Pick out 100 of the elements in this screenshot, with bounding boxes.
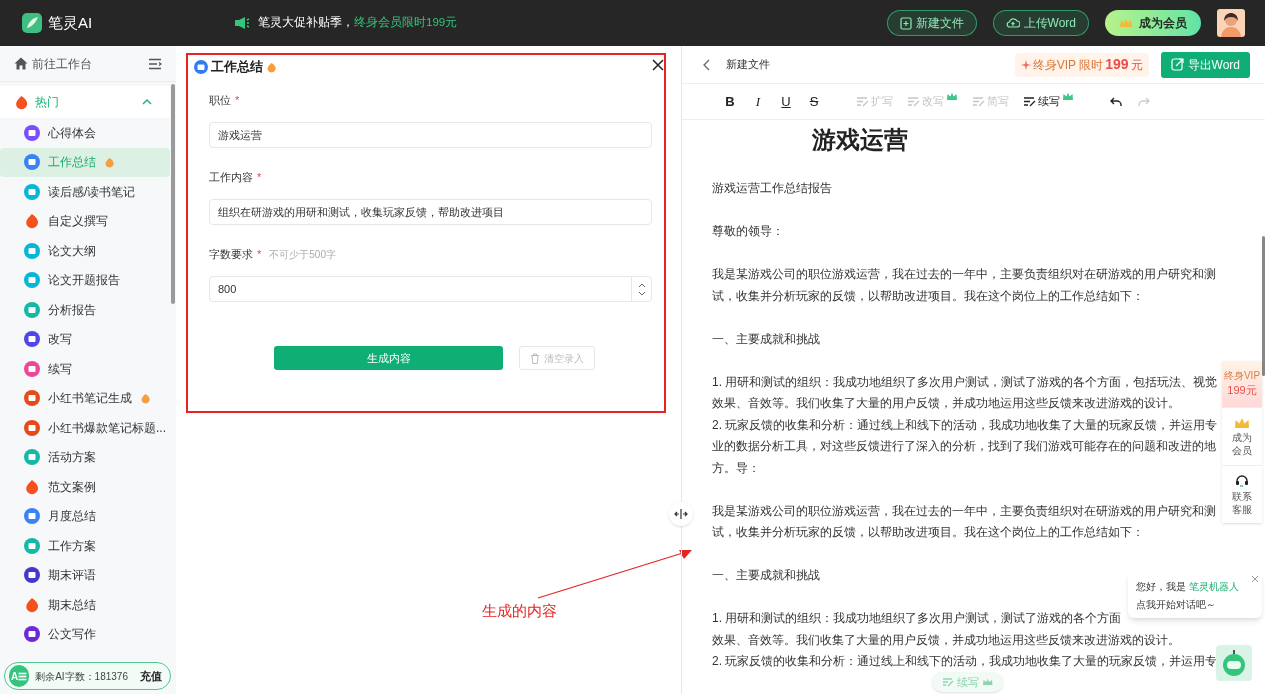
- document-line: 2. 玩家反馈的收集和分析：通过线上和线下的活动，我成功地收集了大量的玩家反馈，并运用专: [712, 653, 1218, 670]
- megaphone-icon: [234, 16, 250, 30]
- chat-bubble[interactable]: 您好，我是 笔灵机器人 点我开始对话吧～: [1128, 572, 1262, 618]
- resize-handle[interactable]: [669, 502, 693, 526]
- doc-badge-icon: [24, 567, 40, 584]
- sidebar-item[interactable]: 小红书爆款笔记标题...: [0, 413, 170, 443]
- undo-icon[interactable]: [1110, 96, 1122, 107]
- doc-badge-icon: [24, 508, 40, 525]
- sidebar-item[interactable]: 月度总结: [0, 501, 170, 531]
- format-button[interactable]: U: [772, 91, 800, 112]
- format-button[interactable]: S: [800, 91, 828, 112]
- document-line: 尊敬的领导：: [712, 223, 784, 240]
- sidebar-item[interactable]: 自定义撰写: [0, 206, 170, 236]
- header-button[interactable]: 新建文件: [886, 10, 977, 36]
- annotation-label: 生成的内容: [482, 601, 557, 621]
- form-title: 工作总结: [211, 58, 263, 77]
- required-mark: *: [235, 92, 240, 108]
- headset-icon: [1235, 473, 1249, 488]
- flame-badge-icon: [24, 478, 40, 495]
- document-line: 2. 玩家反馈的收集和分析：通过线上和线下的活动，我成功地收集了大量的玩家反馈，并运用专: [712, 416, 1218, 434]
- sidebar-item[interactable]: 小红书笔记生成: [0, 383, 170, 413]
- back-icon[interactable]: [702, 58, 710, 71]
- promo-text: 笔灵大促补贴季，终身会员限时199元: [258, 15, 458, 31]
- credits-avatar: A☰: [9, 665, 30, 687]
- text-field[interactable]: 游戏运营: [209, 122, 652, 148]
- required-mark: *: [257, 169, 262, 185]
- text-field[interactable]: 组织在研游戏的用研和测试，收集玩家反馈，帮助改进项目: [209, 199, 652, 225]
- sidebar-item[interactable]: 期末总结: [0, 590, 170, 620]
- document-line: 方。导：: [712, 459, 760, 477]
- pen-lines-icon: [907, 96, 920, 107]
- format-button[interactable]: B: [716, 91, 744, 112]
- sidebar-item[interactable]: 工作方案: [0, 531, 170, 561]
- sparkle-icon: [1020, 59, 1031, 70]
- field-label: 字数要求: [209, 246, 253, 262]
- document-line: 我是某游戏公司的职位游戏运营，我在过去的一年中，主要负责组织对在研游戏的用户研究和测: [712, 266, 1216, 283]
- header-button[interactable]: 上传Word: [992, 10, 1089, 36]
- add-file-icon: [899, 16, 912, 30]
- header-button[interactable]: 成为会员: [1105, 10, 1201, 36]
- number-field[interactable]: 800: [209, 276, 652, 302]
- sidebar-item[interactable]: 心得体会: [0, 118, 170, 148]
- sidebar-item[interactable]: 续写: [0, 354, 170, 384]
- pen-lines-icon: [1023, 96, 1036, 107]
- crown-icon: [1234, 416, 1250, 429]
- format-button[interactable]: I: [744, 91, 772, 112]
- doc-badge-icon: [24, 360, 40, 377]
- side-widget-button[interactable]: 成为会员: [1222, 407, 1262, 465]
- document-line: 业的数据分析工具，对这些反馈进行了深入的分析，找到了我们游戏可能存在的问题和改进的地: [712, 438, 1216, 455]
- doc-badge-icon: [24, 449, 40, 466]
- pen-lines-icon: [972, 96, 985, 107]
- resize-icon: [674, 509, 688, 519]
- required-mark: *: [257, 246, 262, 262]
- chevron-icon: [142, 99, 152, 105]
- doc-badge-icon: [24, 626, 40, 643]
- flame-icon: [14, 94, 29, 110]
- doc-badge-icon: [24, 301, 40, 318]
- briefcase-icon: [194, 60, 208, 74]
- doc-badge-icon: [24, 537, 40, 554]
- workbench-link[interactable]: 前往工作台: [32, 54, 92, 73]
- hot-icon: [266, 61, 277, 73]
- scrollbar-thumb[interactable]: [171, 84, 175, 304]
- sidebar-item[interactable]: 范文案例: [0, 472, 170, 502]
- sidebar-item[interactable]: 改写: [0, 324, 170, 354]
- doc-badge-icon: [24, 154, 40, 171]
- step-up-icon: [637, 282, 646, 288]
- sidebar-item[interactable]: 分析报告: [0, 295, 170, 325]
- close-icon[interactable]: [652, 59, 664, 71]
- flame-badge-icon: [24, 213, 40, 230]
- document-line: 试，收集并分析玩家的反馈，以帮助改进项目。我在这个岗位上的工作总结如下：: [712, 287, 1144, 305]
- brand-name: 笔灵AI: [48, 12, 93, 33]
- document-line: 游戏运营工作总结报告: [712, 180, 832, 197]
- sidebar-item[interactable]: 期末评语: [0, 560, 170, 590]
- field-label: 职位: [209, 92, 231, 108]
- doc-badge-icon: [24, 124, 40, 141]
- chat-greeting: 您好，我是 笔灵机器人: [1136, 580, 1239, 594]
- doc-badge-icon: [24, 419, 40, 436]
- doc-badge-icon: [24, 242, 40, 259]
- document-line: 效果、音效等。我们收集了大量的用户反馈，并成功地运用这些反馈来改进游戏的设计。: [712, 631, 1180, 649]
- doc-badge-icon: [24, 390, 40, 407]
- field-label: 工作内容: [209, 169, 253, 185]
- home-icon: [14, 57, 28, 70]
- trash-icon: [530, 352, 540, 364]
- vip-offer[interactable]: 终身VIP 限时 199 元: [1014, 52, 1149, 77]
- doc-badge-icon: [24, 183, 40, 200]
- avatar[interactable]: [1217, 9, 1245, 37]
- sidebar-item[interactable]: 读后感/读书笔记: [0, 177, 170, 207]
- document-title: 游戏运营: [812, 125, 909, 155]
- sidebar-item[interactable]: 公文写作: [0, 619, 170, 649]
- side-widget-button[interactable]: 联系客服: [1222, 465, 1262, 523]
- sidebar-item[interactable]: 活动方案: [0, 442, 170, 472]
- scrollbar-thumb[interactable]: [1262, 236, 1265, 376]
- flame-badge-icon: [24, 596, 40, 613]
- crown-icon: [1119, 18, 1133, 28]
- sidebar-item[interactable]: 论文开题报告: [0, 265, 170, 295]
- document-line: 试，收集并分析玩家的反馈，以帮助改进项目。我在这个岗位上的工作总结如下：: [712, 524, 1144, 541]
- recharge-button[interactable]: 充值: [140, 667, 162, 685]
- sidebar-item[interactable]: 论文大纲: [0, 236, 170, 266]
- tool-button[interactable]: 续写: [1023, 93, 1060, 110]
- document-line: 一、主要成就和挑战: [712, 567, 820, 584]
- cloud-upload-icon: [1005, 17, 1020, 29]
- credits-count: 剩余AI字数：181376: [35, 669, 128, 684]
